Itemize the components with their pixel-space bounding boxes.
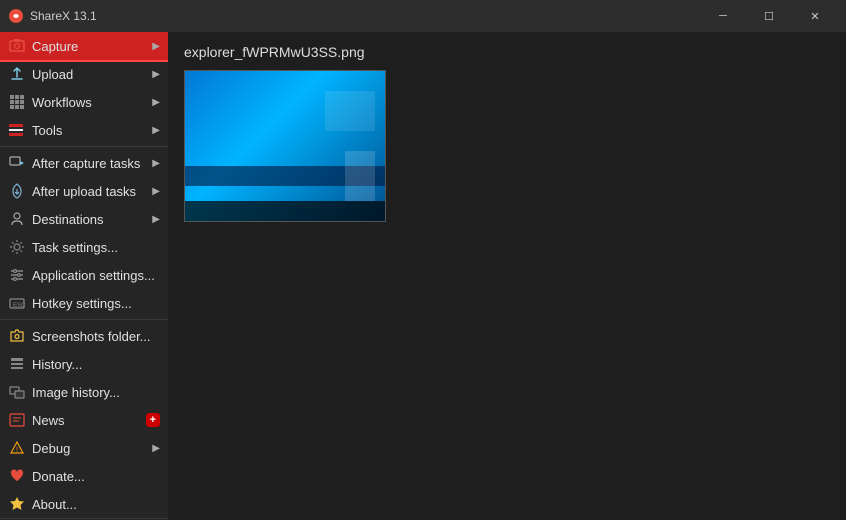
menu-item-task-settings[interactable]: Task settings... (0, 233, 168, 261)
menu-icon-news (8, 411, 26, 429)
menu-item-news[interactable]: News + (0, 406, 168, 434)
menu-item-workflows[interactable]: Workflows ▶ (0, 88, 168, 116)
menu-item-image-history[interactable]: Image history... (0, 378, 168, 406)
menu-item-history[interactable]: History... (0, 350, 168, 378)
title-bar: ShareX 13.1 ─ ☐ ✕ (0, 0, 846, 32)
menu-label-donate: Donate... (32, 469, 160, 484)
menu-icon-debug: ! (8, 439, 26, 457)
menu-label-after-upload: After upload tasks (32, 184, 148, 199)
menu-icon-task-settings (8, 238, 26, 256)
menu-arrow-capture: ▶ (152, 41, 160, 52)
menu-arrow-debug: ▶ (152, 443, 160, 454)
menu-icon-capture (8, 37, 26, 55)
menu-icon-image-history (8, 383, 26, 401)
svg-text:ESC: ESC (13, 303, 25, 309)
preview-filename: explorer_fWPRMwU3SS.png (184, 44, 830, 60)
menu-label-about: About... (32, 497, 160, 512)
menu-label-app-settings: Application settings... (32, 268, 160, 283)
menu-arrow-workflows: ▶ (152, 97, 160, 108)
menu-item-about[interactable]: About... (0, 490, 168, 518)
menu-label-image-history: Image history... (32, 385, 160, 400)
menu-icon-history (8, 355, 26, 373)
menu-divider-11 (0, 319, 168, 320)
app-icon (8, 8, 24, 24)
desktop-preview (185, 71, 385, 221)
menu-item-screenshots[interactable]: Screenshots folder... (0, 322, 168, 350)
menu-label-capture: Capture (32, 39, 148, 54)
preview-image (184, 70, 386, 222)
menu-item-hotkey-settings[interactable]: ESC Hotkey settings... (0, 289, 168, 317)
menu-icon-screenshots (8, 327, 26, 345)
minimize-button[interactable]: ─ (700, 0, 746, 32)
menu-label-debug: Debug (32, 441, 148, 456)
menu-item-capture[interactable]: Capture ▶ (0, 32, 168, 60)
menu-panel: Capture▶Upload▶Workflows▶Tools▶After cap… (0, 32, 168, 518)
menu-arrow-destinations: ▶ (152, 214, 160, 225)
menu-item-donate[interactable]: Donate... (0, 462, 168, 490)
menu-label-tools: Tools (32, 123, 148, 138)
menu-icon-upload (8, 65, 26, 83)
menu-arrow-tools: ▶ (152, 125, 160, 136)
menu-label-task-settings: Task settings... (32, 240, 160, 255)
menu-arrow-after-upload: ▶ (152, 186, 160, 197)
menu-item-destinations[interactable]: Destinations ▶ (0, 205, 168, 233)
menu-label-news: News (32, 413, 142, 428)
menu-icon-workflows (8, 93, 26, 111)
menu-label-history: History... (32, 357, 160, 372)
menu-icon-tools (8, 121, 26, 139)
menu-item-after-upload[interactable]: After upload tasks ▶ (0, 177, 168, 205)
menu-divider-4 (0, 146, 168, 147)
menu-label-destinations: Destinations (32, 212, 148, 227)
menu-label-upload: Upload (32, 67, 148, 82)
menu-icon-after-upload (8, 182, 26, 200)
window-controls: ─ ☐ ✕ (700, 0, 838, 32)
menu-arrow-upload: ▶ (152, 69, 160, 80)
menu-label-screenshots: Screenshots folder... (32, 329, 160, 344)
menu-item-upload[interactable]: Upload ▶ (0, 60, 168, 88)
menu-icon-destinations (8, 210, 26, 228)
maximize-button[interactable]: ☐ (746, 0, 792, 32)
menu-badge-news: + (146, 413, 160, 427)
menu-icon-donate (8, 467, 26, 485)
main-content: Capture▶Upload▶Workflows▶Tools▶After cap… (0, 32, 846, 520)
svg-text:!: ! (16, 447, 18, 454)
taskbar-preview (185, 201, 385, 221)
menu-arrow-after-capture: ▶ (152, 158, 160, 169)
menu-item-debug[interactable]: ! Debug ▶ (0, 434, 168, 462)
menu-label-hotkey-settings: Hotkey settings... (32, 296, 160, 311)
menu-icon-app-settings (8, 266, 26, 284)
close-button[interactable]: ✕ (792, 0, 838, 32)
menu-icon-about (8, 495, 26, 513)
menu-icon-after-capture (8, 154, 26, 172)
menu-item-tools[interactable]: Tools ▶ (0, 116, 168, 144)
menu-label-workflows: Workflows (32, 95, 148, 110)
menu-item-after-capture[interactable]: After capture tasks ▶ (0, 149, 168, 177)
desktop-shape2 (345, 151, 375, 201)
menu-item-app-settings[interactable]: Application settings... (0, 261, 168, 289)
app-title: ShareX 13.1 (30, 9, 700, 23)
menu-icon-hotkey-settings: ESC (8, 294, 26, 312)
content-panel: explorer_fWPRMwU3SS.png (168, 32, 846, 520)
menu-label-after-capture: After capture tasks (32, 156, 148, 171)
desktop-shape1 (325, 91, 375, 131)
